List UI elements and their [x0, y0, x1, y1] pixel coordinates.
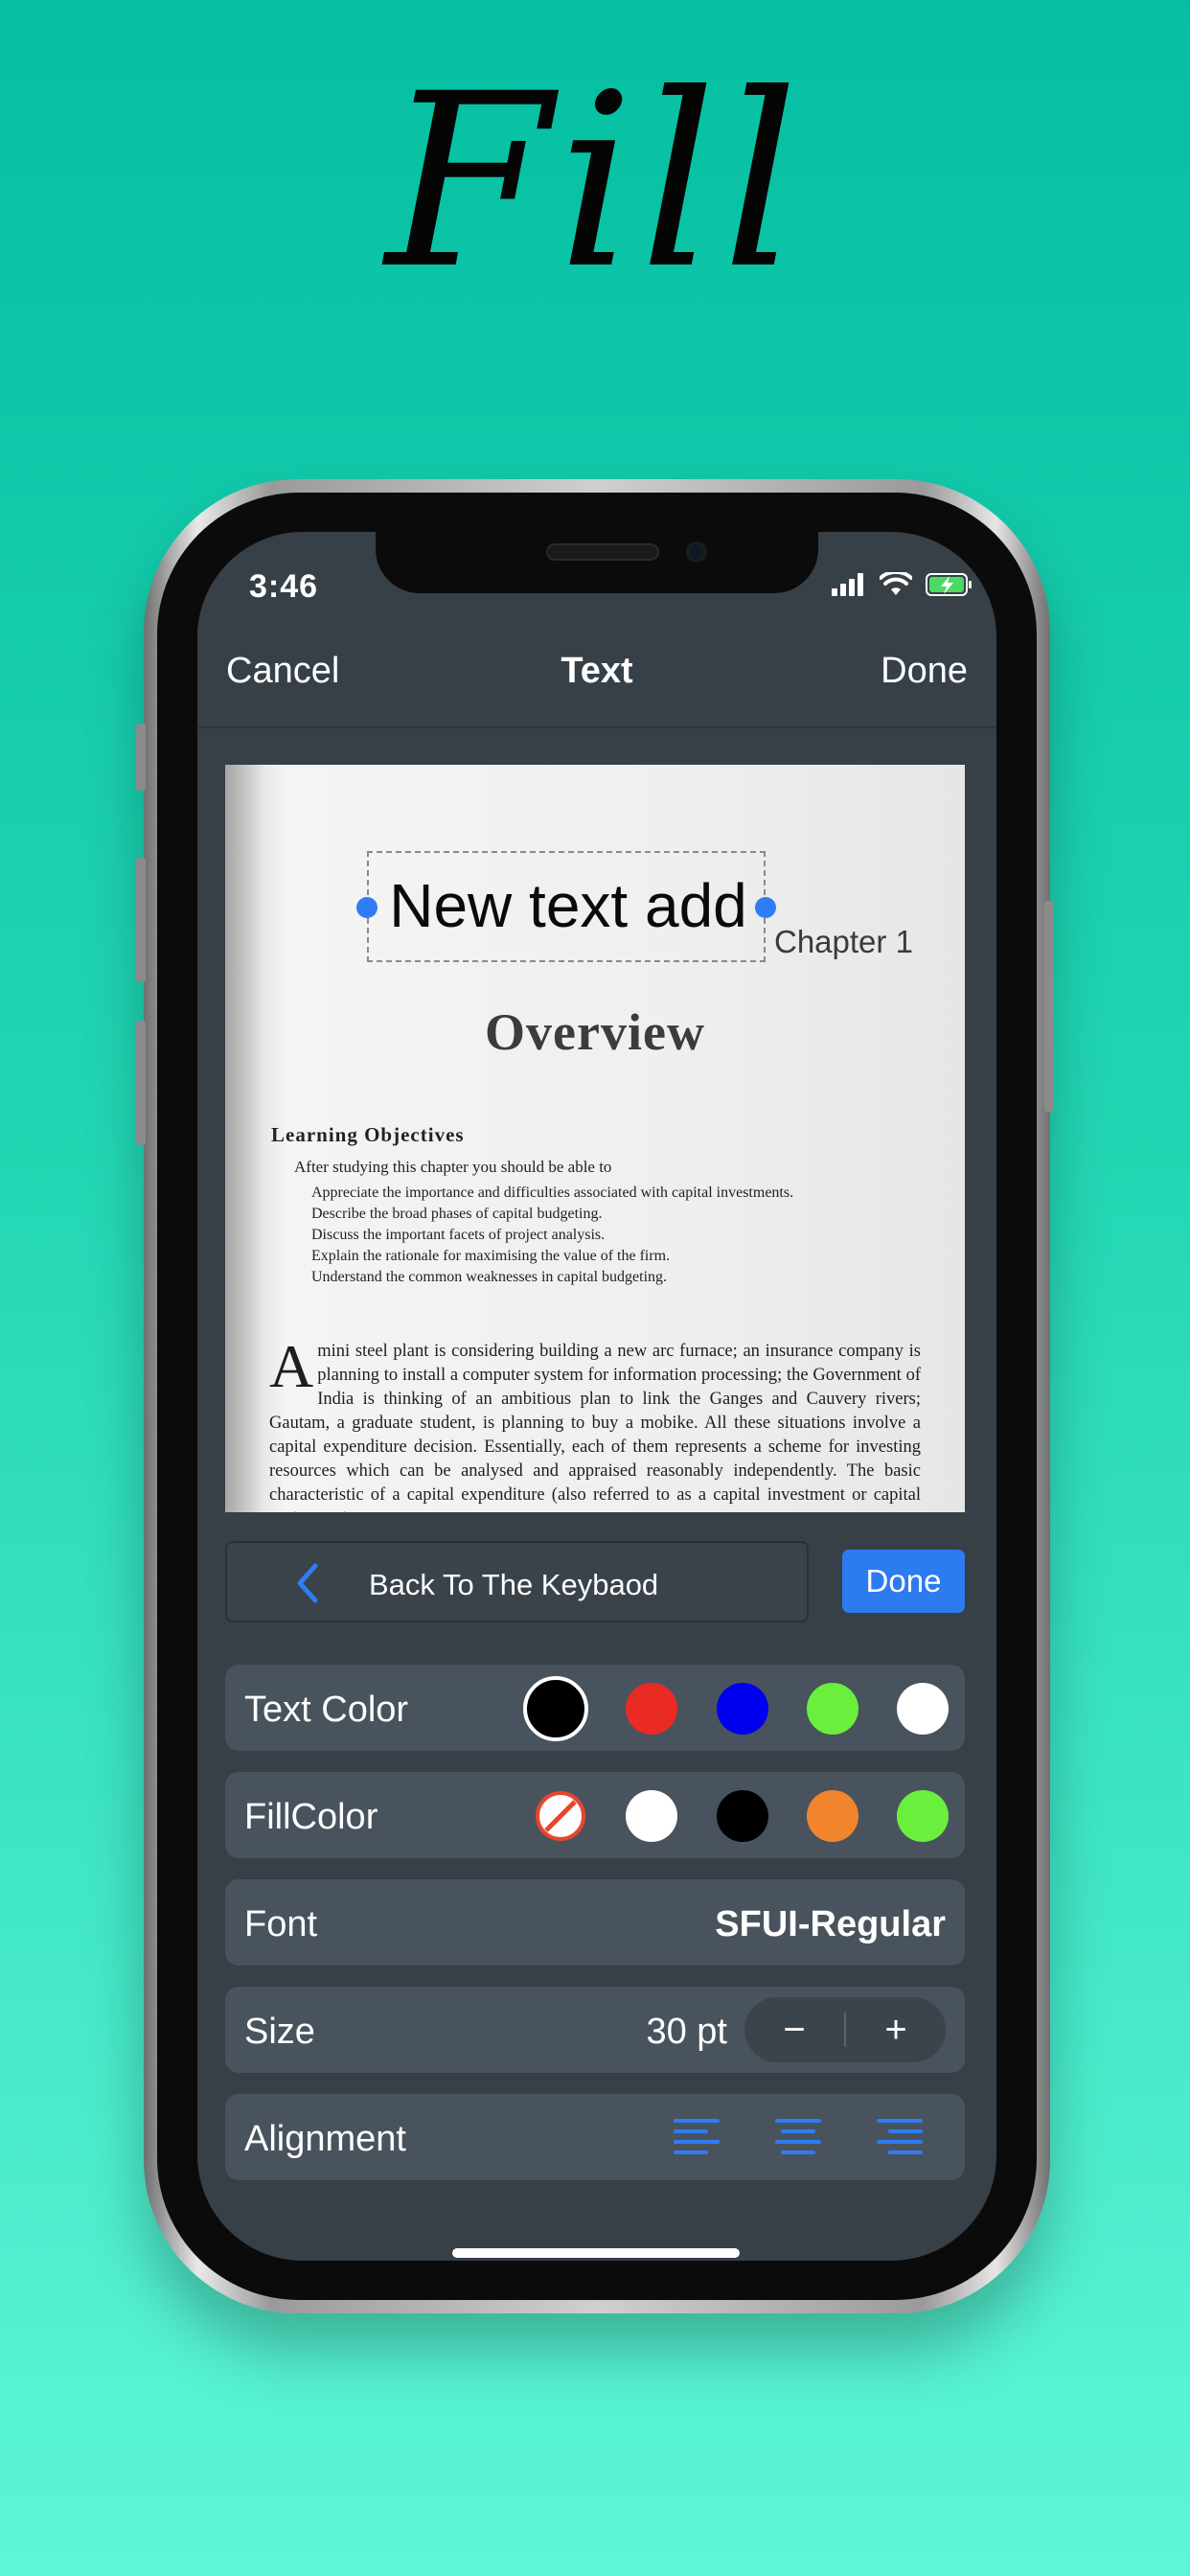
back-to-keyboard-button[interactable]: Back To The Keybaod: [225, 1541, 809, 1622]
nav-done-button[interactable]: Done: [881, 651, 968, 692]
document-preview: New text add Chapter 1 Overview Learning…: [225, 765, 965, 1512]
align-right-icon[interactable]: [877, 2117, 923, 2157]
size-value: 30 pt: [646, 2012, 727, 2052]
size-label: Size: [244, 2012, 315, 2052]
text-color-label: Text Color: [244, 1690, 409, 1730]
added-text-box[interactable]: New text add: [356, 851, 776, 962]
text-color-black-swatch[interactable]: [523, 1676, 588, 1741]
chapter-heading: Overview: [485, 1003, 705, 1061]
cancel-button[interactable]: Cancel: [226, 651, 339, 692]
text-color-blue-swatch[interactable]: [717, 1683, 768, 1735]
silent-switch: [136, 724, 146, 791]
notch: [376, 532, 818, 593]
fill-color-green-swatch[interactable]: [897, 1790, 949, 1842]
front-camera: [686, 541, 707, 563]
align-center-icon[interactable]: [775, 2117, 821, 2157]
decrease-size-button[interactable]: −: [744, 1997, 844, 2062]
navigation-bar: Cancel Text Done: [197, 609, 996, 728]
text-color-green-swatch[interactable]: [807, 1683, 858, 1735]
added-text: New text add: [389, 871, 747, 940]
body-paragraph: Amini steel plant is considering buildin…: [269, 1332, 921, 1513]
objective-item: Explain the rationale for maximising the…: [311, 1248, 671, 1264]
power-button: [1044, 901, 1054, 1112]
fill-color-black-swatch[interactable]: [717, 1790, 768, 1842]
paragraph-text: mini steel plant is considering building…: [269, 1342, 921, 1512]
objective-item: Discuss the important facets of project …: [311, 1227, 606, 1243]
increase-size-button[interactable]: +: [846, 1997, 946, 2062]
page-shadow: [225, 765, 263, 1512]
status-time: 3:46: [249, 568, 319, 605]
left-resize-handle[interactable]: [356, 897, 378, 918]
font-row[interactable]: Font SFUI-Regular: [225, 1879, 965, 1966]
right-resize-handle[interactable]: [755, 897, 776, 918]
headline: Fill: [385, 42, 805, 321]
align-left-icon[interactable]: [674, 2117, 720, 2157]
text-color-red-swatch[interactable]: [626, 1683, 677, 1735]
wifi-icon: [880, 572, 912, 595]
home-indicator[interactable]: [452, 2248, 740, 2258]
cellular-signal-icon: [832, 573, 863, 596]
fill-color-white-swatch[interactable]: [626, 1790, 677, 1842]
status-icons: [832, 572, 973, 597]
fill-color-row: FillColor: [225, 1772, 965, 1858]
volume-up-button: [136, 858, 146, 982]
size-row: Size 30 pt − +: [225, 1987, 965, 2073]
earpiece-speaker: [546, 543, 659, 561]
objective-item: Understand the common weaknesses in capi…: [311, 1269, 668, 1285]
objective-item: Appreciate the importance and difficulti…: [311, 1184, 794, 1201]
no-fill-icon[interactable]: [535, 1790, 586, 1842]
font-value: SFUI-Regular: [715, 1904, 946, 1944]
alignment-label: Alignment: [244, 2119, 406, 2159]
size-stepper: − +: [744, 1997, 946, 2062]
fill-color-label: FillColor: [244, 1797, 378, 1837]
volume-down-button: [136, 1021, 146, 1145]
drop-cap: A: [269, 1332, 314, 1400]
objective-item: Describe the broad phases of capital bud…: [311, 1206, 603, 1222]
battery-charging-icon: [926, 573, 972, 596]
back-to-keyboard-label: Back To The Keybaod: [369, 1568, 659, 1601]
alignment-row: Alignment: [225, 2094, 965, 2180]
text-color-white-swatch[interactable]: [897, 1683, 949, 1735]
objectives-title: Learning Objectives: [271, 1123, 465, 1146]
font-label: Font: [244, 1904, 318, 1944]
text-color-row: Text Color: [225, 1665, 965, 1751]
phone-screen: 3:46 Cancel Text Done New text add Chapt…: [197, 532, 996, 2261]
fill-color-orange-swatch[interactable]: [807, 1790, 858, 1842]
done-button[interactable]: Done: [842, 1550, 965, 1613]
objectives-intro: After studying this chapter you should b…: [294, 1158, 612, 1176]
chapter-label: Chapter 1: [774, 924, 913, 959]
chevron-left-icon: [297, 1563, 318, 1603]
objectives-list: Appreciate the importance and difficulti…: [311, 1183, 793, 1288]
